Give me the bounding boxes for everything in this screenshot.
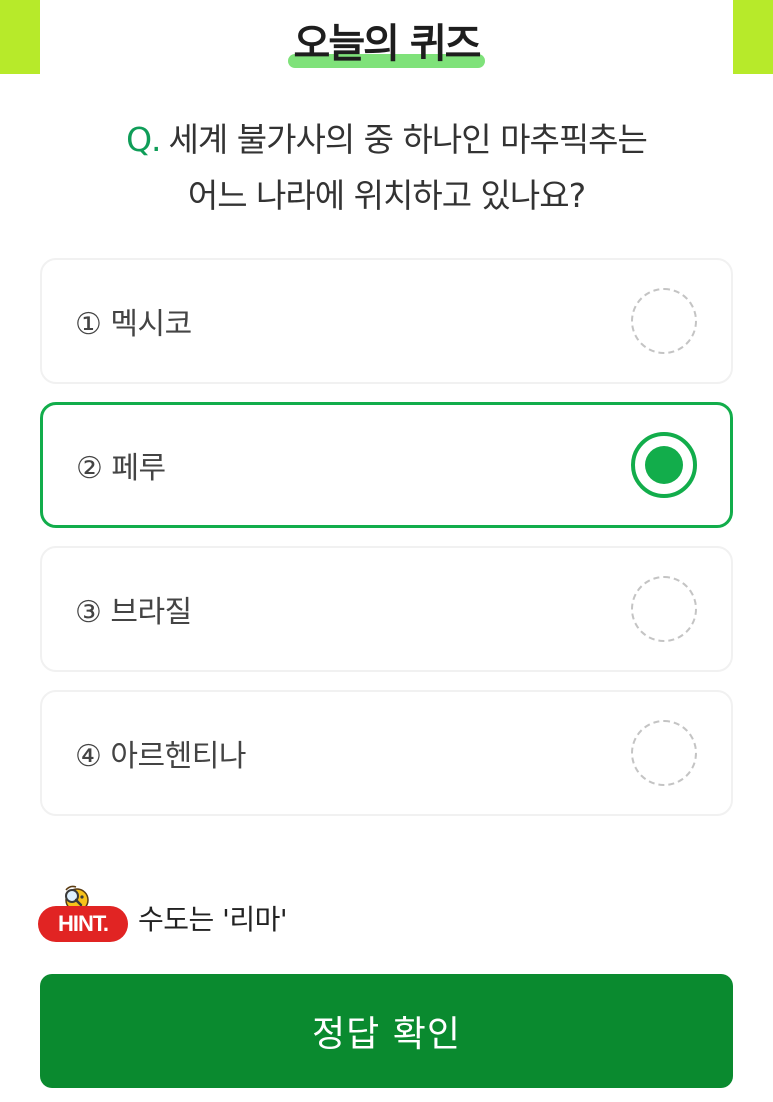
question: Q. 세계 불가사의 중 하나인 마추픽추는 어느 나라에 위치하고 있나요? [0, 112, 773, 224]
radio-unselected-icon[interactable] [631, 288, 697, 354]
option-label: ① 멕시코 [75, 307, 192, 342]
hint-label: HINT. [38, 906, 128, 942]
option-label: ③ 브라질 [75, 595, 192, 630]
option-brazil[interactable]: ③ 브라질 [40, 546, 733, 672]
hint-badge: HINT. [38, 884, 128, 948]
radio-selected-icon[interactable] [631, 432, 697, 498]
option-label: ② 페루 [76, 451, 166, 486]
question-text-1: 세계 불가사의 중 하나인 마추픽추는 [168, 120, 648, 159]
confirm-answer-button[interactable]: 정답 확인 [40, 974, 733, 1088]
option-label: ④ 아르헨티나 [75, 739, 246, 774]
hint: HINT. 수도는 '리마' [38, 878, 288, 948]
hint-text: 수도는 '리마' [138, 903, 288, 936]
question-line-1: Q. 세계 불가사의 중 하나인 마추픽추는 [0, 112, 773, 168]
radio-unselected-icon[interactable] [631, 720, 697, 786]
question-prefix: Q. [126, 120, 161, 159]
page-title-text: 오늘의 퀴즈 [293, 21, 482, 67]
question-line-2: 어느 나라에 위치하고 있나요? [187, 176, 586, 215]
radio-dot [645, 446, 683, 484]
header: 오늘의 퀴즈 [0, 18, 773, 70]
radio-unselected-icon[interactable] [631, 576, 697, 642]
page-title: 오늘의 퀴즈 [287, 18, 486, 70]
answer-options: ① 멕시코 ② 페루 ③ 브라질 ④ 아르헨티나 [40, 258, 733, 834]
option-peru[interactable]: ② 페루 [40, 402, 733, 528]
option-mexico[interactable]: ① 멕시코 [40, 258, 733, 384]
option-argentina[interactable]: ④ 아르헨티나 [40, 690, 733, 816]
